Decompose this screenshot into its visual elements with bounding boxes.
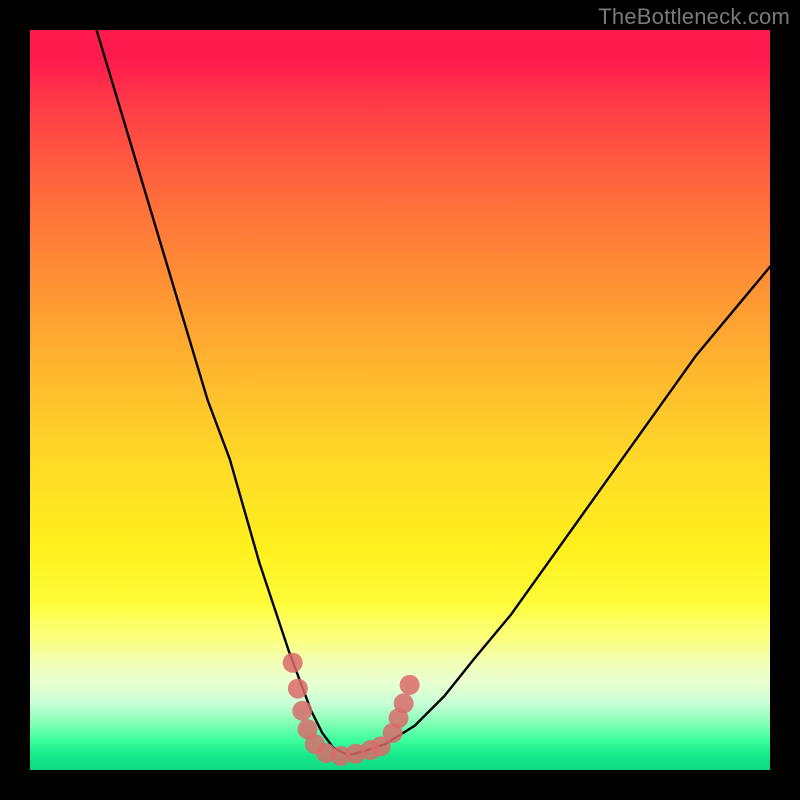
data-marker <box>394 693 414 713</box>
data-marker <box>288 679 308 699</box>
data-marker <box>283 653 303 673</box>
data-marker <box>292 701 312 721</box>
bottleneck-curve <box>97 30 770 755</box>
chart-frame: TheBottleneck.com <box>0 0 800 800</box>
data-marker <box>400 675 420 695</box>
watermark-text: TheBottleneck.com <box>598 4 790 30</box>
chart-svg <box>30 30 770 770</box>
markers-group <box>283 653 420 766</box>
plot-area <box>30 30 770 770</box>
